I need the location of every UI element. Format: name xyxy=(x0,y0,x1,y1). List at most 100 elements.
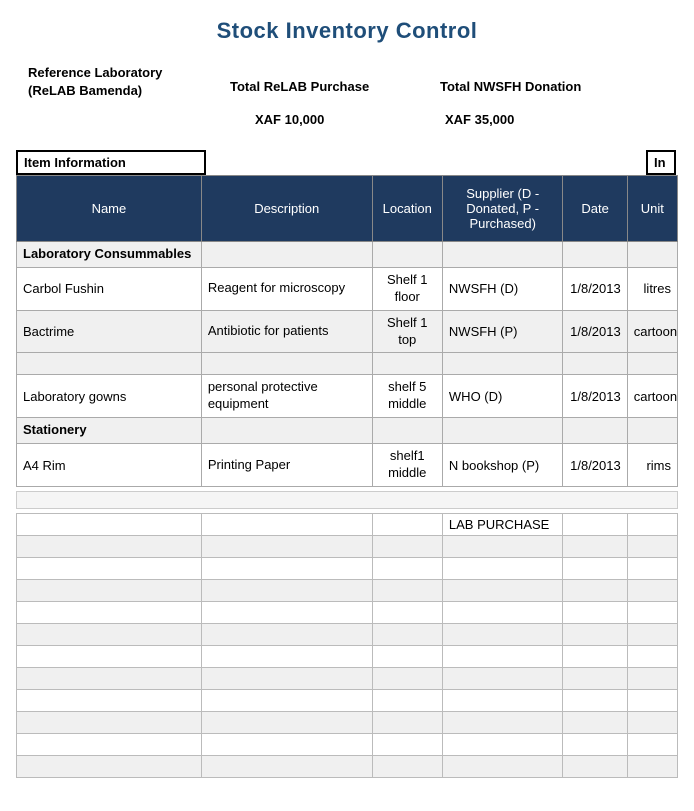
bottom-cell xyxy=(442,711,563,733)
bottom-cell xyxy=(563,733,627,755)
cell-description: personal protective equipment xyxy=(201,375,372,418)
cell-unit: rims xyxy=(627,444,677,487)
bottom-cell xyxy=(627,579,677,601)
bottom-cell xyxy=(17,689,202,711)
cell-description xyxy=(201,353,372,375)
bottom-cell xyxy=(372,755,442,777)
bottom-cell xyxy=(442,557,563,579)
bottom-cell xyxy=(201,733,372,755)
bottom-cell xyxy=(17,645,202,667)
bottom-cell xyxy=(442,733,563,755)
bottom-cell xyxy=(442,579,563,601)
bottom-cell xyxy=(563,689,627,711)
bottom-cell xyxy=(17,667,202,689)
total-purchase-label: Total ReLAB Purchase xyxy=(230,79,440,94)
spacer-block xyxy=(16,491,678,509)
bottom-cell xyxy=(627,645,677,667)
cell-unit: litres xyxy=(627,267,677,310)
page-title: Stock Inventory Control xyxy=(0,0,694,54)
bottom-cell xyxy=(563,579,627,601)
bottom-cell xyxy=(563,711,627,733)
col-location: Location xyxy=(372,176,442,242)
cell-location: Shelf 1 floor xyxy=(372,267,442,310)
cell-supplier: WHO (D) xyxy=(442,375,563,418)
lab-purchase-table: LAB PURCHASE xyxy=(16,513,678,778)
cell-supplier xyxy=(442,353,563,375)
bottom-cell xyxy=(201,755,372,777)
col-name: Name xyxy=(17,176,202,242)
lab-purchase-label: LAB PURCHASE xyxy=(442,513,563,535)
bottom-cell xyxy=(563,645,627,667)
bottom-cell xyxy=(372,513,442,535)
col-supplier: Supplier (D - Donated, P - Purchased) xyxy=(442,176,563,242)
bottom-cell xyxy=(627,513,677,535)
cell-location: shelf 5 middle xyxy=(372,375,442,418)
bottom-cell xyxy=(563,535,627,557)
col-date: Date xyxy=(563,176,627,242)
cell-date: 1/8/2013 xyxy=(563,310,627,353)
cell-name xyxy=(17,353,202,375)
cell-supplier: NWSFH (D) xyxy=(442,267,563,310)
cell-location: Shelf 1 top xyxy=(372,310,442,353)
cell-name: Carbol Fushin xyxy=(17,267,202,310)
bottom-cell xyxy=(372,645,442,667)
bottom-cell xyxy=(372,535,442,557)
bottom-cell xyxy=(563,623,627,645)
bottom-cell xyxy=(201,579,372,601)
cell-description: Antibiotic for patients xyxy=(201,310,372,353)
bottom-cell xyxy=(201,535,372,557)
bottom-cell xyxy=(442,623,563,645)
col-unit: Unit xyxy=(627,176,677,242)
bottom-cell xyxy=(372,579,442,601)
bottom-cell xyxy=(201,667,372,689)
bottom-cell xyxy=(372,667,442,689)
bottom-cell xyxy=(17,755,202,777)
bottom-cell xyxy=(442,755,563,777)
bottom-cell xyxy=(563,557,627,579)
cell-unit: cartoon xyxy=(627,310,677,353)
bottom-cell xyxy=(627,755,677,777)
cell-date: 1/8/2013 xyxy=(563,444,627,487)
bottom-cell xyxy=(627,557,677,579)
cell-date: 1/8/2013 xyxy=(563,375,627,418)
bottom-cell xyxy=(627,689,677,711)
bottom-cell xyxy=(17,601,202,623)
cell-date xyxy=(563,353,627,375)
inventory-table: Name Description Location Supplier (D - … xyxy=(16,175,678,487)
bottom-cell xyxy=(201,645,372,667)
bottom-cell xyxy=(201,557,372,579)
cell-description: Printing Paper xyxy=(201,444,372,487)
col-description: Description xyxy=(201,176,372,242)
bottom-cell xyxy=(201,711,372,733)
bottom-cell xyxy=(372,557,442,579)
cell-location: shelf1 middle xyxy=(372,444,442,487)
cell-supplier: N bookshop (P) xyxy=(442,444,563,487)
cell-description: Reagent for microscopy xyxy=(201,267,372,310)
bottom-cell xyxy=(563,667,627,689)
section-in: In xyxy=(646,150,676,175)
bottom-cell xyxy=(627,711,677,733)
bottom-cell xyxy=(201,623,372,645)
bottom-cell xyxy=(201,601,372,623)
bottom-cell xyxy=(442,601,563,623)
bottom-cell xyxy=(17,535,202,557)
cell-unit: cartoons xyxy=(627,375,677,418)
bottom-cell xyxy=(627,535,677,557)
bottom-cell xyxy=(442,535,563,557)
cell-unit xyxy=(627,353,677,375)
bottom-cell xyxy=(201,689,372,711)
section-item-information: Item Information xyxy=(16,150,206,175)
category-name: Stationery xyxy=(17,418,202,444)
total-purchase-amount: XAF 10,000 xyxy=(255,112,445,127)
bottom-cell xyxy=(17,623,202,645)
bottom-cell xyxy=(442,645,563,667)
bottom-cell xyxy=(563,755,627,777)
bottom-cell xyxy=(372,689,442,711)
bottom-cell xyxy=(563,513,627,535)
cell-name: Bactrime xyxy=(17,310,202,353)
cell-name: Laboratory gowns xyxy=(17,375,202,418)
category-name: Laboratory Consummables xyxy=(17,242,202,268)
cell-name: A4 Rim xyxy=(17,444,202,487)
bottom-cell xyxy=(17,733,202,755)
bottom-cell xyxy=(442,689,563,711)
